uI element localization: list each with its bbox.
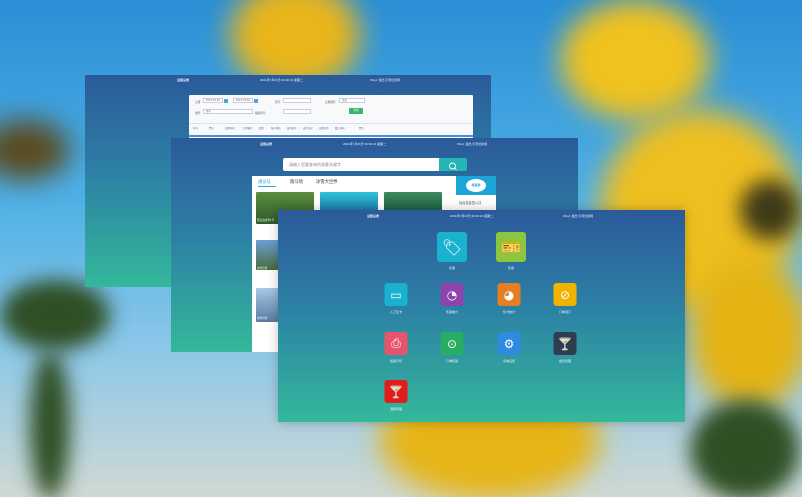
window-main-menu[interactable]: 证照总表 2021年7月26日 09:30:34 星期二 Wey1 退出 引导位…	[278, 210, 685, 422]
tile-ticket-machine[interactable]: 🎫 售票	[476, 232, 546, 282]
table-header: 序号 票号 日期时间 订单编号 类型 客人姓名 身份证号 支付方式 日期订单 窗…	[189, 123, 473, 130]
stem-left	[30, 350, 70, 497]
tab-0[interactable]: 通证证	[258, 179, 271, 185]
type-label: 类型:	[195, 112, 201, 115]
column-header[interactable]: 身份证号	[287, 126, 297, 130]
leaf-left	[0, 280, 110, 350]
code-input[interactable]	[283, 109, 311, 114]
tile-label: 酒吧管理	[389, 407, 402, 411]
cocktail-red-icon: 🍸	[384, 380, 408, 403]
tile-label: 会员管理	[558, 359, 571, 363]
member-entry-card[interactable]: 旅游票 请点击会员入口	[456, 176, 496, 210]
ticket-tag-icon: 🏷	[437, 232, 467, 262]
search-button[interactable]	[439, 158, 467, 171]
ticket-machine-icon: 🎫	[496, 232, 526, 262]
column-header[interactable]: 客人姓名	[271, 126, 281, 130]
type-select[interactable]: 所有	[203, 109, 253, 114]
tile-member[interactable]: 🍸 会员管理	[530, 332, 600, 382]
tab-1[interactable]: 跑马场	[290, 179, 303, 185]
column-header[interactable]: 类型	[259, 126, 264, 130]
gear-icon: ⚙	[497, 332, 521, 355]
pie-chart-orange-icon: ◕	[497, 283, 521, 306]
order-cancel-icon: ⊘	[553, 283, 577, 306]
status-select[interactable]: 全部	[339, 98, 365, 103]
query-button[interactable]: 查询	[349, 108, 363, 114]
table-scrollbar[interactable]	[189, 135, 473, 137]
cocktail-dark-icon: 🍸	[553, 332, 577, 355]
date-label: 日期:	[195, 101, 201, 104]
ticket-label: 票号:	[275, 101, 281, 104]
tile-bar[interactable]: 🍸 酒吧管理	[361, 380, 431, 422]
title-datetime: 2021年7月26日 09:30:34 星期二	[450, 214, 494, 218]
calendar-icon[interactable]	[224, 98, 228, 103]
column-header[interactable]: 订单编号	[243, 126, 253, 130]
calendar-icon[interactable]	[254, 98, 258, 103]
leaf-bottom-right	[690, 400, 800, 497]
column-header[interactable]: 票号	[209, 126, 214, 130]
search-input[interactable]: 请输入您要查询的游客关键字	[283, 158, 439, 171]
ticket-logo-icon: 旅游票	[466, 179, 486, 192]
sunflower-blob-right-low	[690, 260, 802, 410]
column-header[interactable]: 票号	[359, 126, 364, 130]
tile-order-cancel[interactable]: ⊘ 订单退订	[530, 283, 600, 333]
title-datetime: 2021年7月26日 09:30:34 星期二	[343, 142, 387, 146]
column-header[interactable]: 日期时间	[225, 126, 235, 130]
column-header[interactable]: 支付方式	[303, 126, 313, 130]
tab-2[interactable]: 冰雪大世界	[316, 179, 337, 185]
search-icon	[449, 162, 457, 171]
app-brand: 证照总表	[260, 142, 273, 146]
app-brand: 证照总表	[367, 214, 380, 218]
date-to-input[interactable]: 2021-07-26	[233, 98, 253, 103]
title-user-links[interactable]: Wey1 退出 引导位新用	[370, 78, 400, 82]
code-label: 编票机号:	[255, 112, 267, 115]
column-header[interactable]: 窗口号码	[335, 126, 345, 130]
order-settle-icon: ⊙	[440, 332, 464, 355]
status-label: 日期类型:	[325, 101, 337, 104]
print-icon: ⎙	[384, 332, 408, 355]
tile-label: 售票	[507, 266, 514, 270]
attraction-caption: 鹭岛泊舍里1号	[257, 219, 275, 222]
attraction-caption: 冰雪世界	[257, 317, 268, 320]
wallet-icon: ▭	[384, 283, 408, 306]
sunflower-center-right	[740, 180, 800, 240]
column-header[interactable]: 序号	[193, 126, 198, 130]
app-brand: 证照总表	[177, 78, 190, 82]
sunflower-center-left	[0, 120, 70, 180]
column-header[interactable]: 日期订单	[319, 126, 329, 130]
active-tab-indicator	[258, 186, 276, 187]
pie-chart-icon: ◔	[440, 283, 464, 306]
title-user-links[interactable]: Wey1 退出 引导位新用	[563, 214, 593, 218]
sunflower-blob-top-right	[560, 0, 710, 120]
title-user-links[interactable]: Wey1 退出 引导位新用	[457, 142, 487, 146]
title-datetime: 2021年7月26日 09:30:34 星期二	[260, 78, 304, 82]
attraction-thumb[interactable]	[320, 192, 378, 212]
attraction-caption: 冰雪世界	[257, 267, 268, 270]
attraction-thumb[interactable]	[384, 192, 442, 212]
ticket-input[interactable]	[283, 98, 311, 103]
date-from-input[interactable]: 2021-07-26	[203, 98, 223, 103]
member-entry-text[interactable]: 请点击会员入口	[459, 200, 481, 205]
member-card-header: 旅游票	[456, 176, 496, 195]
tile-label: 订单退订	[558, 310, 571, 314]
